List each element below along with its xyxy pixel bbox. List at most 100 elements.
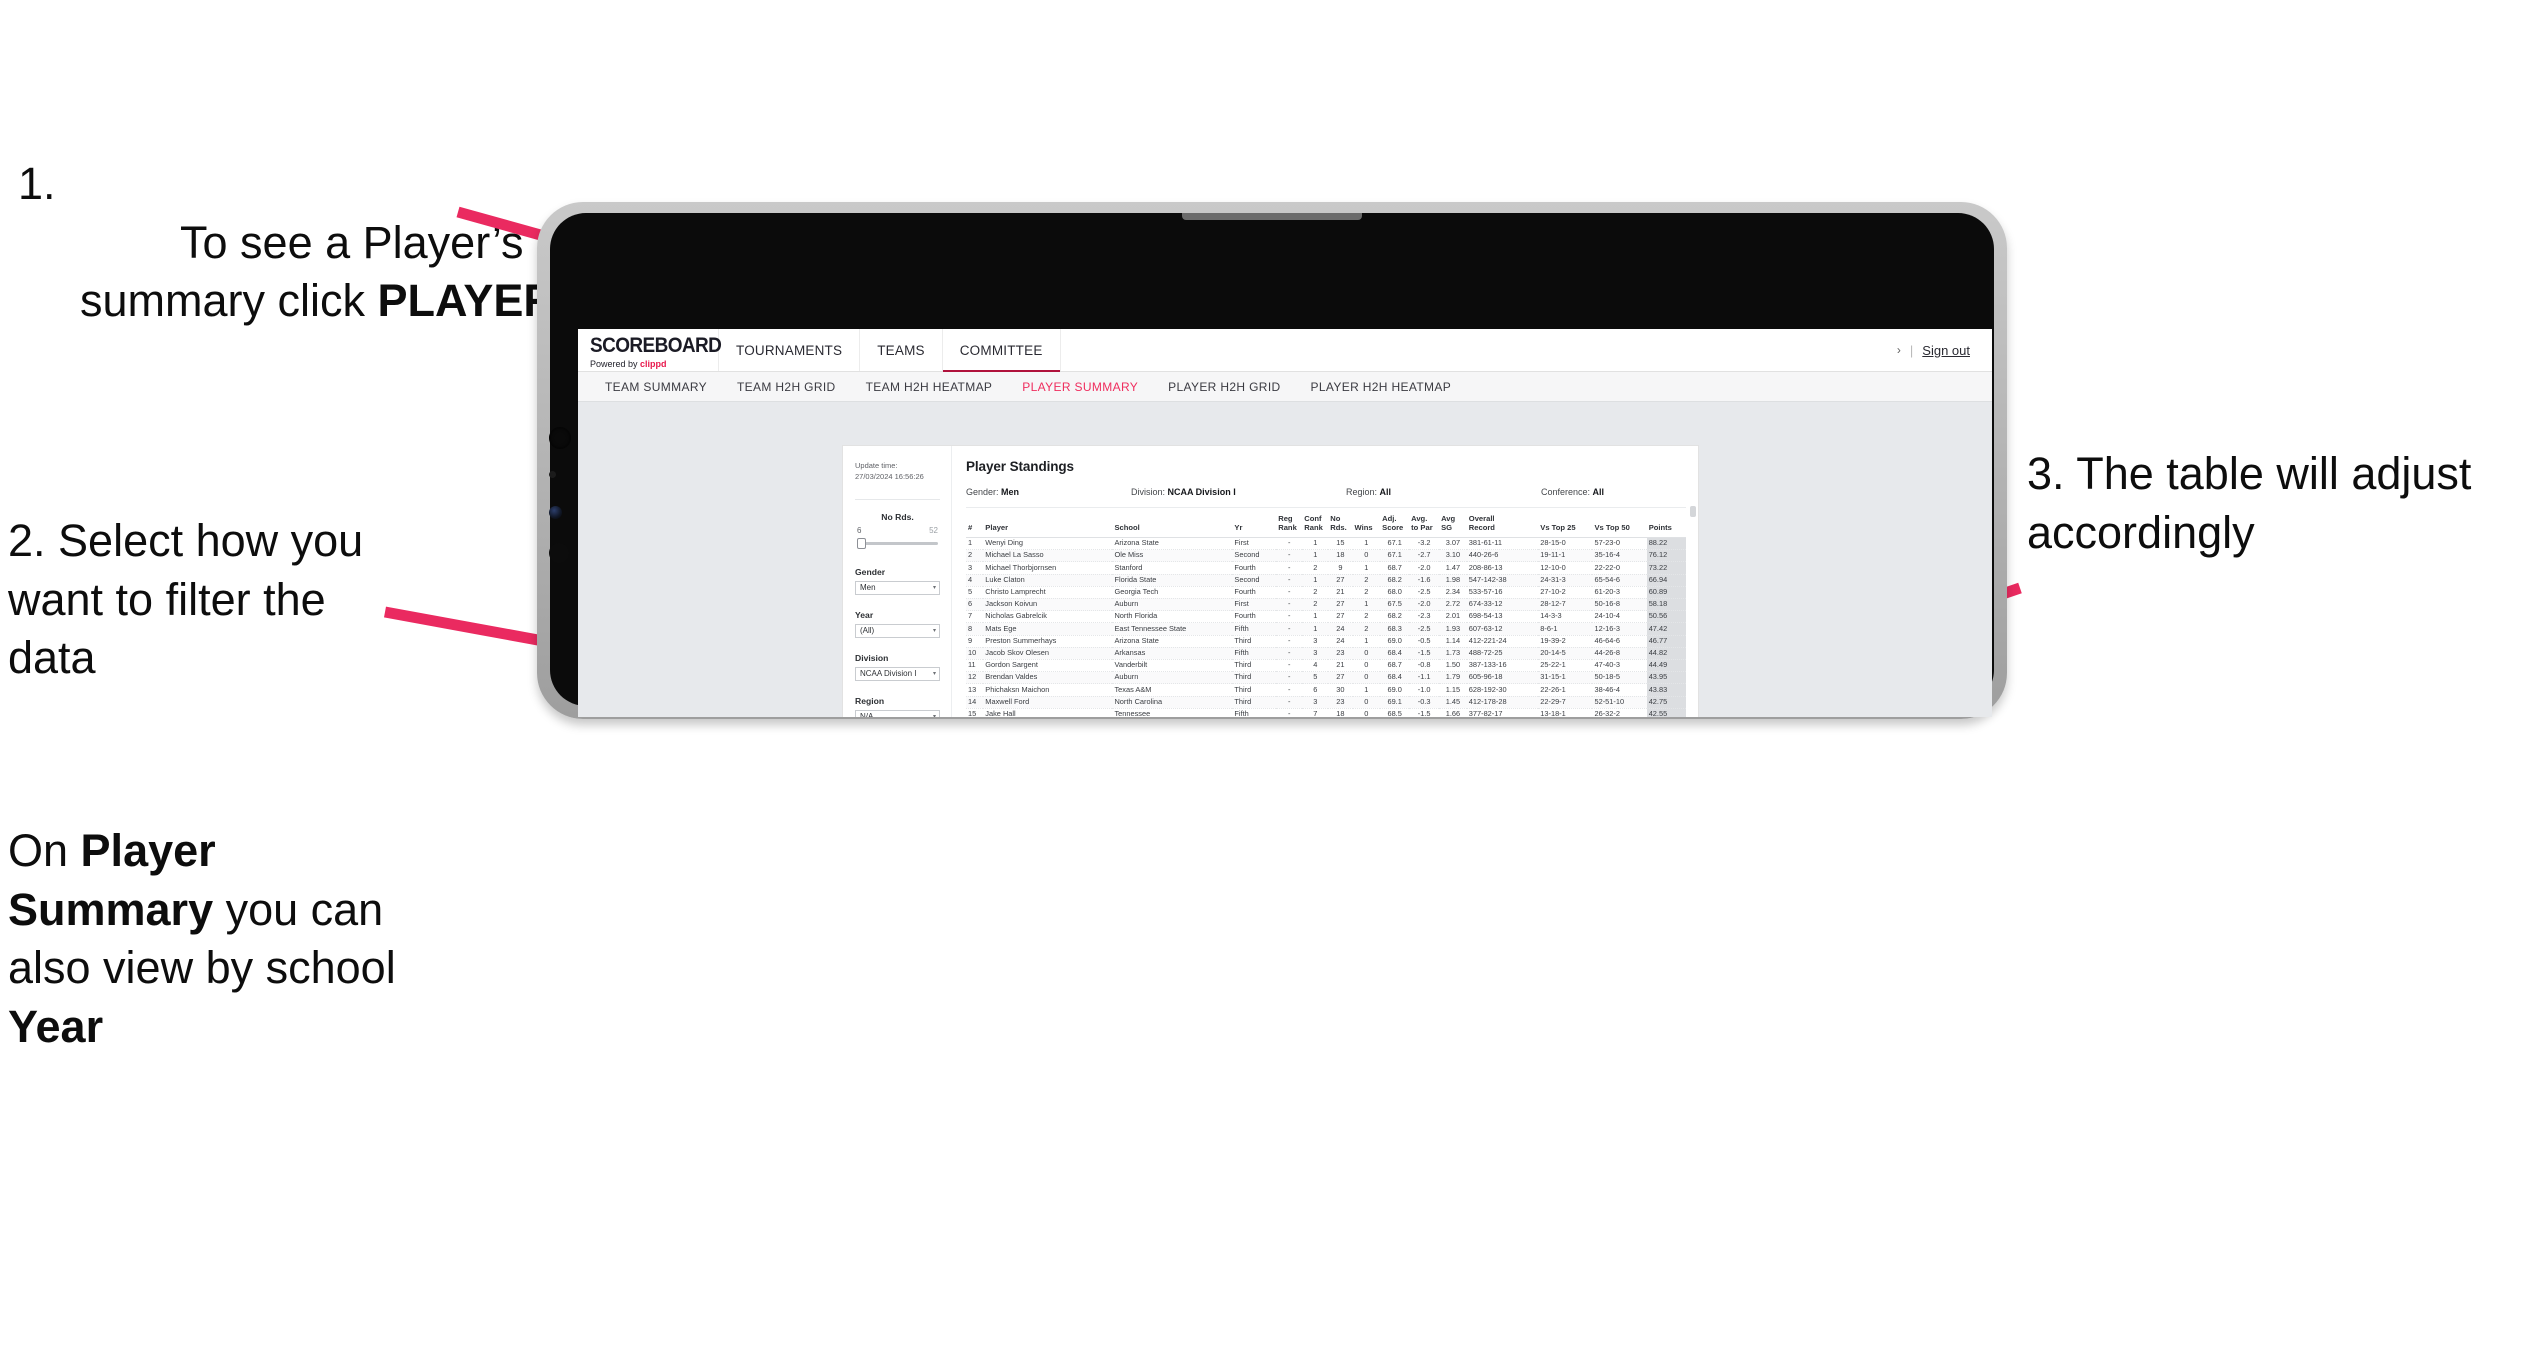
filter-region-select[interactable]: N/A ▾ xyxy=(855,709,940,717)
cell-atp: -0.5 xyxy=(1409,635,1440,648)
table-row[interactable]: 5 Christo Lamprecht Georgia Tech Fourth -2 21… xyxy=(966,586,1686,599)
column-header-rec[interactable]: Overall Record xyxy=(1466,514,1539,538)
column-header-sch[interactable]: School xyxy=(1112,514,1233,538)
column-header-t25[interactable]: Vs Top 25 xyxy=(1538,514,1593,538)
column-header-rr[interactable]: Reg Rank xyxy=(1276,514,1303,538)
visualization-body: Update time: 27/03/2024 16:56:26 No Rds.… xyxy=(843,446,1698,717)
cell-wins: 2 xyxy=(1352,622,1381,636)
table-row[interactable]: 2 Michael La Sasso Ole Miss Second -1 18 0 67.1… xyxy=(966,549,1686,563)
cell-rec: 698-54-13 xyxy=(1466,610,1539,624)
slider-handle[interactable] xyxy=(857,537,866,549)
cell-t25: 25-22-1 xyxy=(1538,659,1593,673)
account-divider: | xyxy=(1909,342,1914,358)
column-header-sg[interactable]: Avg SG xyxy=(1439,514,1467,538)
cell-rr: - xyxy=(1276,622,1303,636)
column-header-yr[interactable]: Yr xyxy=(1232,514,1277,538)
subnav-item-player-summary[interactable]: PLAYER SUMMARY xyxy=(1007,380,1153,394)
cell-wins: 0 xyxy=(1352,647,1381,660)
cell-yr: Second xyxy=(1232,549,1277,563)
cell-pts: 47.42 xyxy=(1646,622,1686,636)
cell-adj: 67.1 xyxy=(1380,549,1410,563)
slider-track[interactable] xyxy=(855,537,940,549)
cell-adj: 69.0 xyxy=(1380,683,1410,697)
column-header-t50[interactable]: Vs Top 50 xyxy=(1592,514,1647,538)
column-header-line2: Player xyxy=(985,522,1009,532)
column-header-pts[interactable]: Points xyxy=(1646,514,1686,538)
table-row[interactable]: 12 Brendan Valdes Auburn Third -5 27 0 68.4 -1.1… xyxy=(966,671,1686,685)
filter-division-select[interactable]: NCAA Division I ▾ xyxy=(855,666,940,681)
chevron-right-icon[interactable]: › xyxy=(1897,343,1901,357)
subnav-item-player-h2h-heatmap[interactable]: PLAYER H2H HEATMAP xyxy=(1296,380,1467,394)
column-header-line2: Points xyxy=(1648,522,1672,532)
column-header-num[interactable]: # xyxy=(966,514,984,538)
cell-num: 1 xyxy=(966,537,984,551)
cell-wins: 1 xyxy=(1352,598,1381,612)
cell-sch: Arizona State xyxy=(1112,537,1233,551)
topnav-item-teams[interactable]: TEAMS xyxy=(860,329,943,371)
column-header-line2: Rank xyxy=(1278,522,1297,532)
table-row[interactable]: 1 Wenyi Ding Arizona State First -1 15 1 67.1 -3… xyxy=(966,537,1686,551)
cell-adj: 68.5 xyxy=(1380,708,1410,717)
filter-year-value: (All) xyxy=(860,626,875,635)
cell-yr: Third xyxy=(1232,696,1277,709)
cell-t50: 22-22-0 xyxy=(1592,561,1647,575)
topnav-item-tournaments[interactable]: TOURNAMENTS xyxy=(719,329,861,371)
table-row[interactable]: 6 Jackson Koivun Auburn First -2 27 1 67.5 -2.0 2… xyxy=(966,598,1686,612)
cell-adj: 68.0 xyxy=(1380,586,1410,599)
column-header-wins[interactable]: Wins xyxy=(1352,514,1381,538)
cell-sch: North Carolina xyxy=(1112,696,1233,709)
filter-gender-select[interactable]: Men ▾ xyxy=(855,580,940,595)
tablet-bezel-inner: SCOREBOARD Powered by clippd TOURNAMENTS… xyxy=(549,213,1994,717)
table-row[interactable]: 14 Maxwell Ford North Carolina Third -3 23 0 69… xyxy=(966,696,1686,709)
sign-out-link[interactable]: Sign out xyxy=(1922,343,1970,358)
cell-sg: 1.66 xyxy=(1439,708,1467,717)
cell-pts: 44.82 xyxy=(1646,647,1686,660)
filter-year-select[interactable]: (All) ▾ xyxy=(855,623,940,638)
cell-play: Nicholas Gabrelcik xyxy=(983,610,1113,624)
cell-num: 3 xyxy=(966,561,984,575)
scrollbar-thumb[interactable] xyxy=(1690,506,1696,517)
summary-conference-label: Conference: xyxy=(1541,487,1593,497)
cell-t50: 65-54-6 xyxy=(1592,574,1647,587)
column-header-cr[interactable]: Conf Rank xyxy=(1302,514,1329,538)
table-row[interactable]: 11 Gordon Sargent Vanderbilt Third -4 21 0 68.7… xyxy=(966,659,1686,673)
cell-wins: 2 xyxy=(1352,574,1381,587)
column-header-nr[interactable]: No Rds. xyxy=(1328,514,1353,538)
column-header-line2: School xyxy=(1114,522,1140,532)
column-header-play[interactable]: Player xyxy=(983,514,1113,538)
cell-pts: 73.22 xyxy=(1646,561,1686,575)
cell-play: Luke Claton xyxy=(983,574,1113,587)
cell-t50: 50-18-5 xyxy=(1592,671,1647,685)
brand-name: SCOREBOARD xyxy=(590,333,722,358)
subnav-item-player-h2h-grid[interactable]: PLAYER H2H GRID xyxy=(1153,380,1295,394)
column-header-atp[interactable]: Avg. to Par xyxy=(1409,514,1440,538)
cell-yr: Third xyxy=(1232,671,1277,685)
table-row[interactable]: 3 Michael Thorbjornsen Stanford Fourth -2 9 1 6… xyxy=(966,561,1686,575)
subnav-item-team-h2h-heatmap[interactable]: TEAM H2H HEATMAP xyxy=(851,380,1008,394)
column-header-adj[interactable]: Adj. Score xyxy=(1380,514,1410,538)
table-scrollbar[interactable] xyxy=(1690,506,1696,717)
cell-pts: 42.75 xyxy=(1646,696,1686,709)
table-row[interactable]: 10 Jacob Skov Olesen Arkansas Fifth -3 23 0 68.… xyxy=(966,647,1686,660)
cell-num: 5 xyxy=(966,586,984,599)
table-row[interactable]: 4 Luke Claton Florida State Second -1 27 2 68.2… xyxy=(966,574,1686,587)
cell-sg: 1.14 xyxy=(1439,635,1467,648)
account-area: › | Sign out xyxy=(1897,329,1992,371)
cell-play: Brendan Valdes xyxy=(983,671,1113,685)
callout-note: On Player Summary you can also view by s… xyxy=(8,822,428,1056)
topnav-item-committee[interactable]: COMMITTEE xyxy=(942,329,1061,372)
table-row[interactable]: 9 Preston Summerhays Arizona State Third -3 2… xyxy=(966,635,1686,648)
cell-num: 8 xyxy=(966,622,984,636)
table-row[interactable]: 13 Phichaksn Maichon Texas A&M Third -6 30 1 69… xyxy=(966,683,1686,697)
table-row[interactable]: 8 Mats Ege East Tennessee State Fifth -1 24 2 6… xyxy=(966,622,1686,636)
filter-gender-value: Men xyxy=(860,583,876,592)
no-rounds-slider[interactable]: No Rds. 6 52 xyxy=(855,512,940,549)
subnav-item-team-h2h-grid[interactable]: TEAM H2H GRID xyxy=(722,380,851,394)
cell-yr: First xyxy=(1232,537,1277,551)
column-header-line2: SG xyxy=(1441,522,1453,532)
cell-wins: 0 xyxy=(1352,671,1381,685)
table-row[interactable]: 7 Nicholas Gabrelcik North Florida Fourth -1… xyxy=(966,610,1686,624)
subnav-item-team-summary[interactable]: TEAM SUMMARY xyxy=(590,380,722,394)
table-row[interactable]: 15 Jake Hall Tennessee Fifth -7 18 0 68.5 -1.5 1.… xyxy=(966,708,1686,717)
cell-adj: 69.0 xyxy=(1380,635,1410,648)
